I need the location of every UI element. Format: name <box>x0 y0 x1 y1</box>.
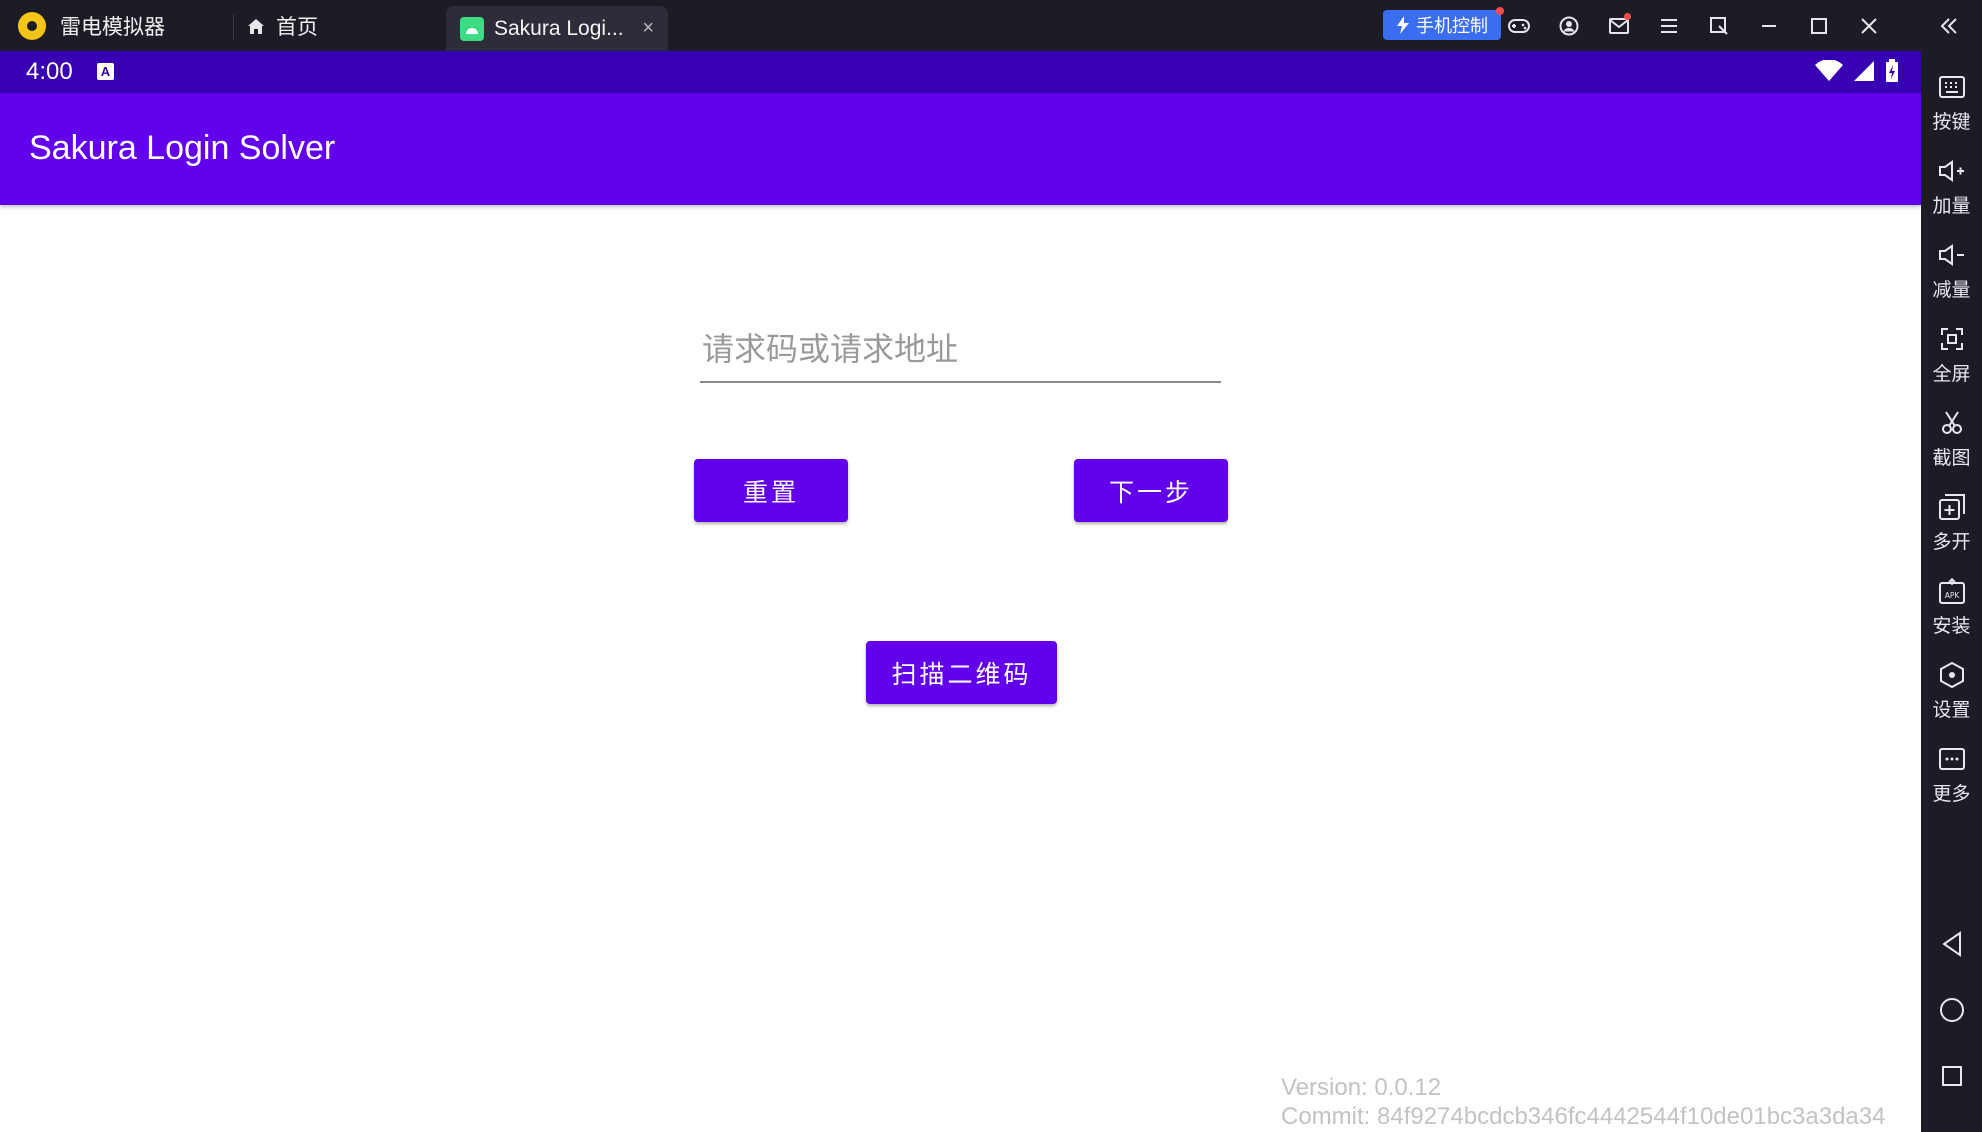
back-triangle-icon <box>1941 931 1961 957</box>
close-window-icon[interactable] <box>1855 12 1883 40</box>
phone-control-label: 手机控制 <box>1416 16 1488 36</box>
commit-text: Commit: 84f9274bcdcb346fc4442544f10de01b… <box>1281 1103 1886 1130</box>
settings-icon <box>1939 662 1964 688</box>
volume-down-icon <box>1938 244 1964 266</box>
sidebar-item-label: 设置 <box>1932 699 1971 721</box>
android-back-button[interactable] <box>1921 924 1982 964</box>
window-pin-icon[interactable] <box>1705 12 1733 40</box>
home-circle-icon <box>1939 998 1964 1022</box>
app-title: Sakura Login Solver <box>29 129 336 167</box>
sidebar-item-more[interactable]: 更多 <box>1921 743 1982 806</box>
phone-control-button[interactable]: 手机控制 <box>1383 7 1504 40</box>
version-text: Version: 0.0.12 <box>1281 1074 1442 1101</box>
wifi-icon <box>1815 60 1843 81</box>
sidebar-item-label: 安装 <box>1932 615 1971 637</box>
sidebar-item-multi-instance[interactable]: 多开 <box>1921 491 1982 554</box>
tab-home[interactable]: 首页 <box>246 10 318 42</box>
notification-dot <box>1496 7 1504 15</box>
collapse-sidebar-icon[interactable] <box>1935 12 1963 40</box>
sidebar-item-install-apk[interactable]: APK 安装 <box>1921 575 1982 638</box>
keyboard-icon <box>1938 76 1965 98</box>
mail-notification-dot <box>1624 13 1631 20</box>
sidebar-item-screenshot[interactable]: 截图 <box>1921 407 1982 470</box>
more-icon <box>1938 748 1965 770</box>
tab-sakura-app[interactable]: Sakura Logi... × <box>446 6 668 51</box>
emulator-sidebar: 按键 加量 减量 全屏 截图 多开 APK 安装 设置 更多 <box>1921 51 1982 1132</box>
emulator-brand-label: 雷电模拟器 <box>60 16 165 39</box>
tab-divider <box>233 14 234 40</box>
recents-square-icon <box>1941 1066 1962 1086</box>
fullscreen-icon <box>1940 328 1963 350</box>
status-app-badge-icon: A <box>97 63 114 80</box>
lightning-icon <box>1397 16 1409 34</box>
apk-install-icon: APK <box>1938 578 1965 604</box>
sidebar-item-label: 更多 <box>1932 783 1971 805</box>
emulator-logo-icon <box>18 12 46 40</box>
menu-icon[interactable] <box>1655 12 1683 40</box>
sidebar-item-settings[interactable]: 设置 <box>1921 659 1982 722</box>
sidebar-item-label: 多开 <box>1932 531 1971 553</box>
multi-instance-icon <box>1938 494 1965 520</box>
sidebar-item-label: 全屏 <box>1932 363 1971 385</box>
android-status-bar: 4:00 A <box>0 51 1921 93</box>
status-time: 4:00 <box>26 58 73 85</box>
android-screen: 4:00 A Sakura Login Solver 重置 下一步 扫描二维码 … <box>0 51 1921 1132</box>
sidebar-item-label: 减量 <box>1932 279 1971 301</box>
android-app-icon <box>460 16 484 41</box>
app-toolbar: Sakura Login Solver <box>0 93 1921 205</box>
account-icon[interactable] <box>1555 12 1583 40</box>
request-code-input[interactable] <box>700 321 1221 377</box>
request-code-field[interactable] <box>700 321 1221 383</box>
tab-sakura-label: Sakura Logi... <box>494 16 624 40</box>
mail-icon[interactable] <box>1605 12 1633 40</box>
minimize-icon[interactable] <box>1755 12 1783 40</box>
sidebar-item-volume-down[interactable]: 减量 <box>1921 239 1982 302</box>
emulator-title-bar: 雷电模拟器 首页 Sakura Logi... × 手机控制 <box>0 0 1982 51</box>
next-step-button[interactable]: 下一步 <box>1074 459 1228 522</box>
sidebar-item-label: 截图 <box>1932 447 1971 469</box>
android-home-button[interactable] <box>1921 990 1982 1030</box>
sidebar-item-keymap[interactable]: 按键 <box>1921 71 1982 134</box>
version-info: Version: 0.0.12 Commit: 84f9274bcdcb346f… <box>1281 1073 1885 1131</box>
volume-up-icon <box>1938 160 1964 182</box>
screenshot-icon <box>1941 411 1962 434</box>
tab-home-label: 首页 <box>276 16 318 39</box>
close-tab-icon[interactable]: × <box>642 17 654 40</box>
scan-qr-button[interactable]: 扫描二维码 <box>866 641 1057 704</box>
home-icon <box>248 19 264 34</box>
reset-button[interactable]: 重置 <box>694 459 848 522</box>
sidebar-item-label: 按键 <box>1932 111 1971 133</box>
emulator-brand[interactable]: 雷电模拟器 <box>18 10 165 42</box>
gamepad-icon[interactable] <box>1505 12 1533 40</box>
cell-signal-icon <box>1854 61 1874 81</box>
android-recents-button[interactable] <box>1921 1056 1982 1096</box>
sidebar-item-label: 加量 <box>1932 195 1971 217</box>
sidebar-item-fullscreen[interactable]: 全屏 <box>1921 323 1982 386</box>
sidebar-item-volume-up[interactable]: 加量 <box>1921 155 1982 218</box>
battery-icon <box>1886 59 1898 82</box>
svg-text:APK: APK <box>1944 591 1960 600</box>
maximize-icon[interactable] <box>1805 12 1833 40</box>
